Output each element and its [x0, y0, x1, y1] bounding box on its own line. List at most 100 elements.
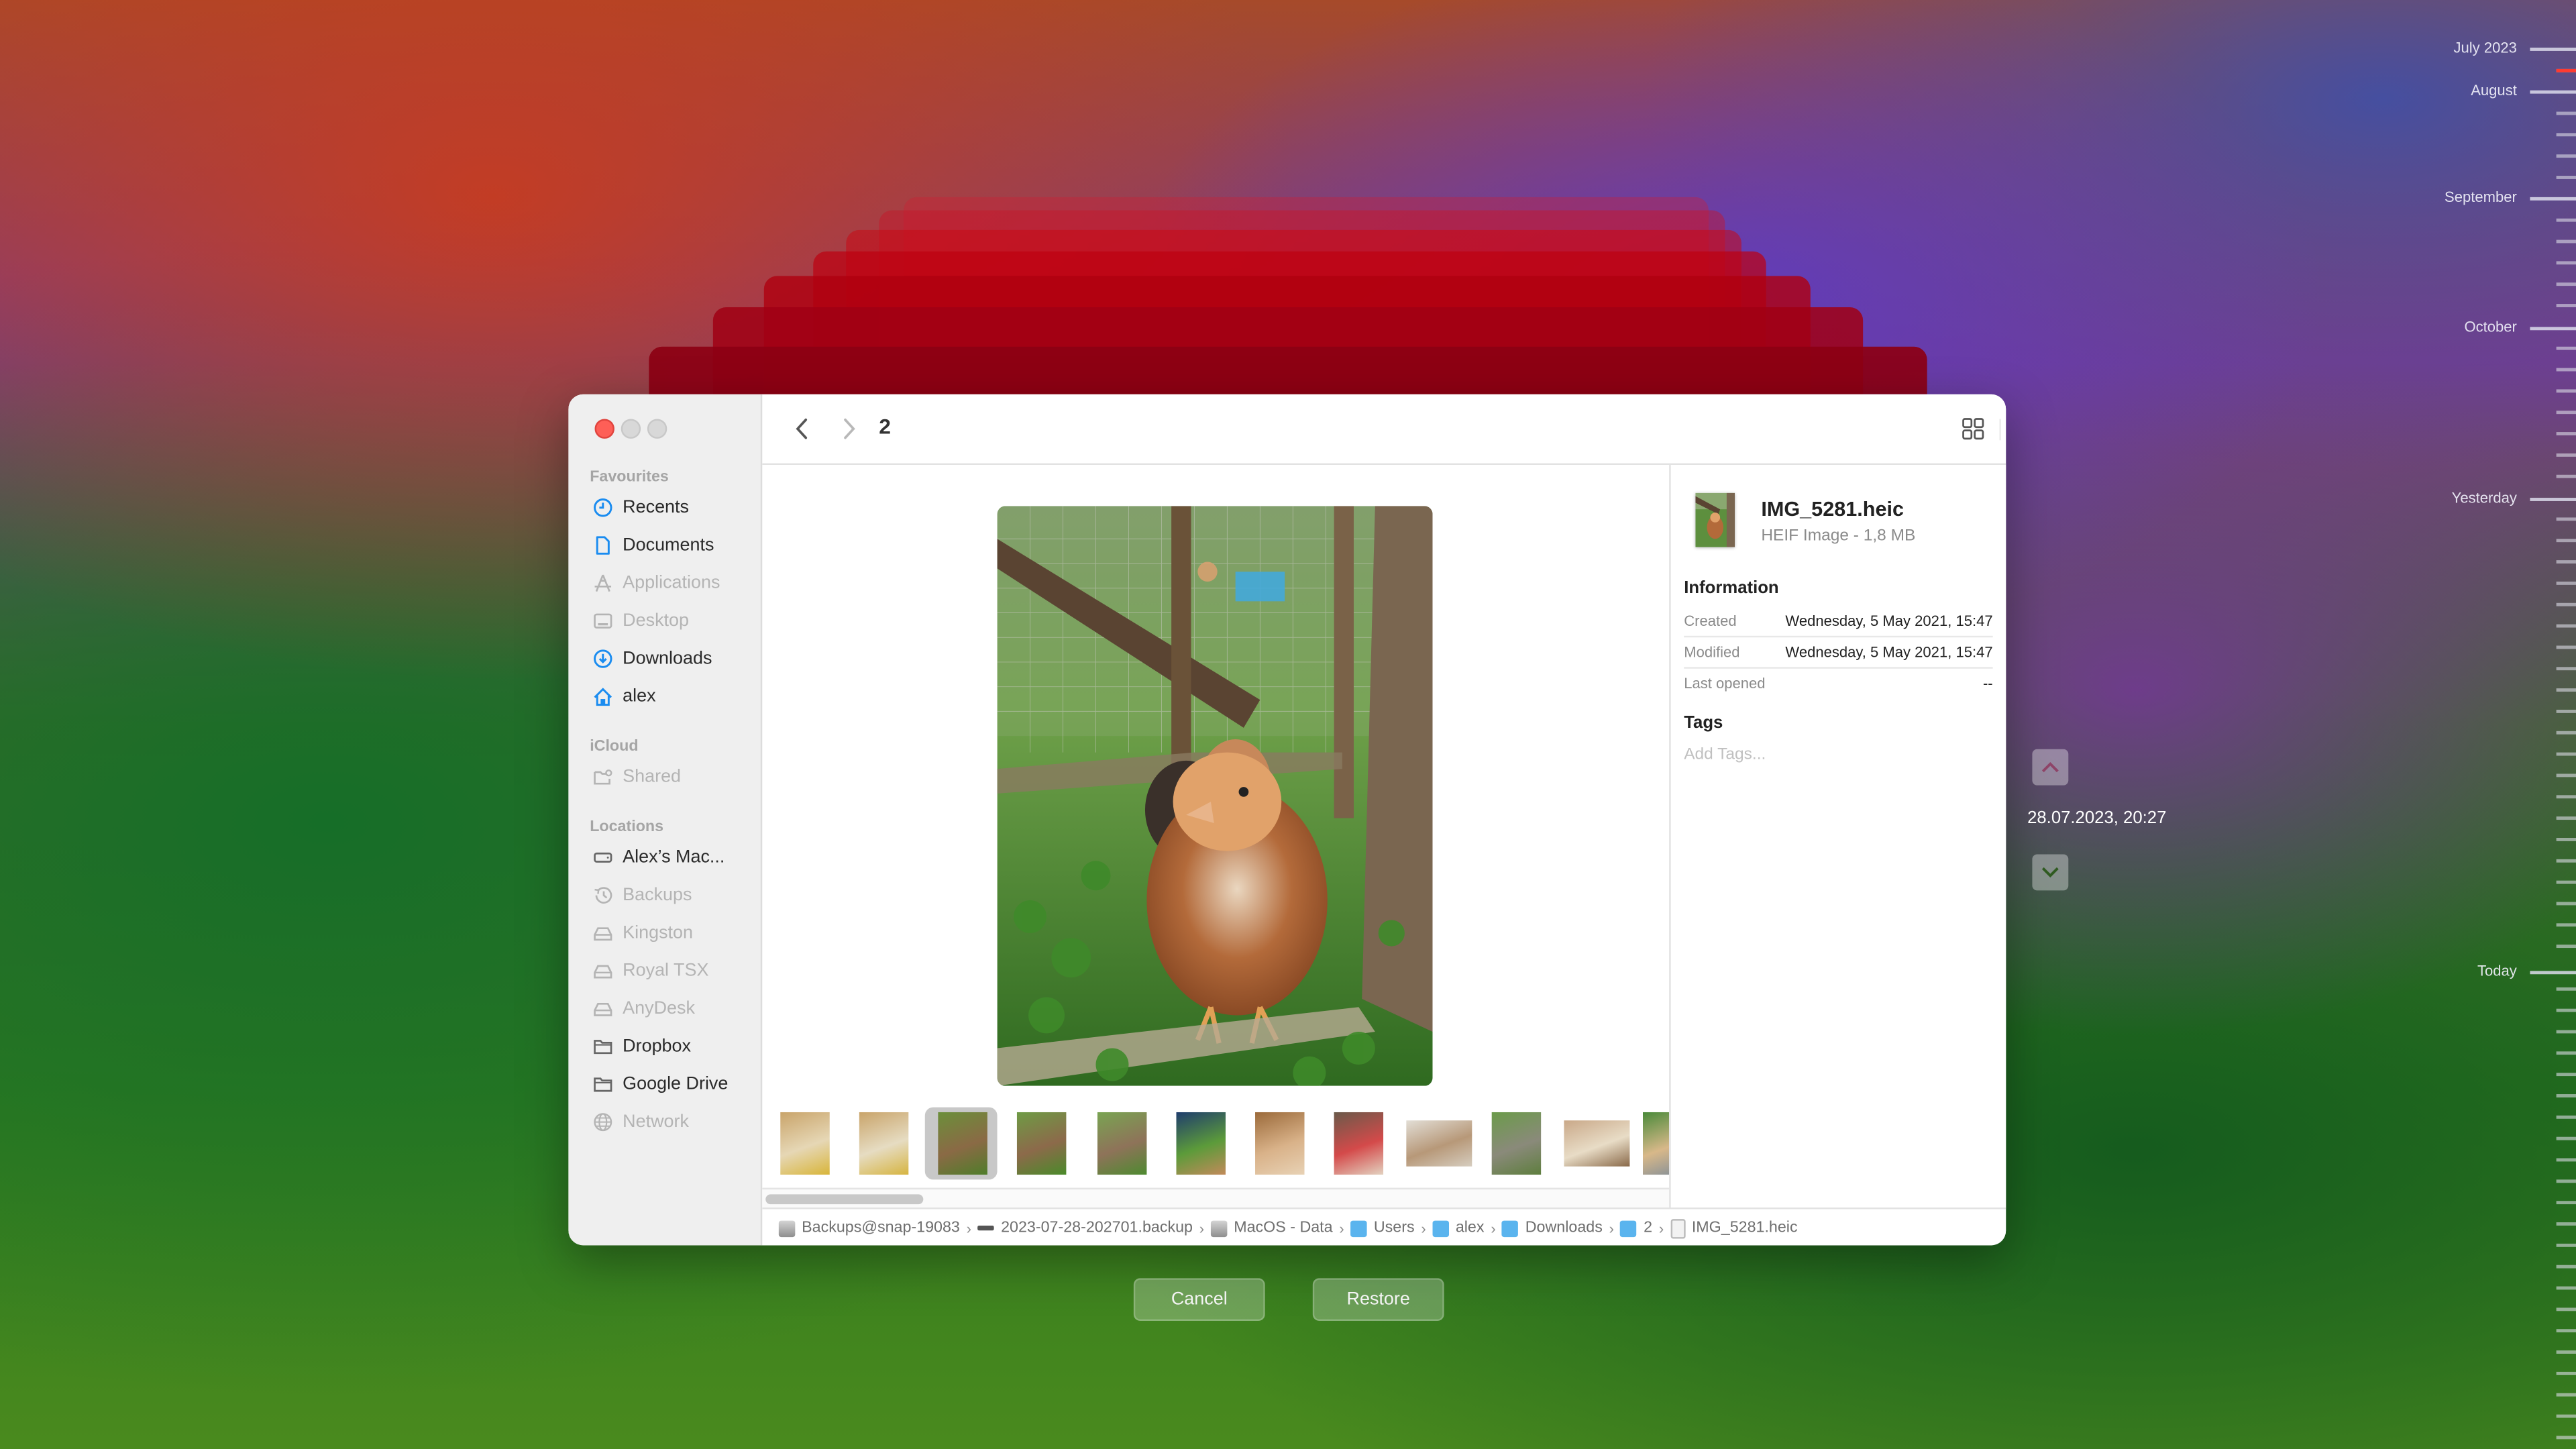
timeline-tick[interactable] — [2556, 368, 2576, 371]
timeline-tick[interactable] — [2556, 1115, 2576, 1118]
timeline-tick[interactable] — [2556, 474, 2576, 478]
timeline-tick[interactable] — [2556, 1371, 2576, 1375]
timeline-label[interactable]: Today — [2477, 963, 2517, 979]
timeline-tick[interactable] — [2556, 923, 2576, 926]
timeline-tick[interactable] — [2556, 1051, 2576, 1055]
thumbnail[interactable] — [1255, 1112, 1305, 1175]
timeline-tick[interactable] — [2556, 1201, 2576, 1203]
list-view-button[interactable] — [2004, 411, 2006, 447]
timeline-tick[interactable] — [2556, 1094, 2576, 1097]
timeline-tick[interactable] — [2556, 432, 2576, 435]
timeline-tick[interactable] — [2556, 133, 2576, 136]
timeline-tick[interactable] — [2556, 154, 2576, 157]
timeline-tick[interactable] — [2556, 667, 2576, 669]
timeline-tick[interactable] — [2556, 602, 2576, 606]
sidebar-item-dropbox[interactable]: Dropbox — [592, 1032, 691, 1061]
sidebar-item-kingston[interactable]: Kingston — [592, 918, 693, 948]
minimize-button[interactable] — [621, 419, 641, 439]
timeline-tick[interactable] — [2556, 752, 2576, 755]
timeline-tick[interactable] — [2556, 987, 2576, 990]
timeline-tick[interactable] — [2556, 581, 2576, 584]
timeline-tick[interactable] — [2556, 816, 2576, 819]
timeline-current-marker[interactable] — [2556, 68, 2576, 72]
timeline-tick[interactable] — [2556, 1329, 2576, 1332]
add-tags-field[interactable]: Add Tags... — [1684, 746, 1766, 764]
timeline-tick[interactable] — [2556, 1073, 2576, 1075]
icon-view-button[interactable] — [1951, 411, 1994, 447]
thumbnail[interactable] — [1564, 1120, 1630, 1167]
timeline-tick[interactable] — [2556, 1243, 2576, 1246]
thumbnail[interactable] — [938, 1112, 987, 1175]
timeline-tick[interactable] — [2556, 645, 2576, 649]
path-crumb[interactable]: 2023-07-28-202701.backup › — [977, 1219, 1211, 1237]
timeline-tick[interactable] — [2556, 560, 2576, 563]
timeline-tick[interactable] — [2556, 1436, 2576, 1439]
path-crumb[interactable]: Backups@snap-19083 › — [778, 1219, 978, 1237]
timeline-tick[interactable] — [2556, 411, 2576, 413]
back-button[interactable] — [786, 411, 818, 447]
thumbnail[interactable] — [1176, 1112, 1226, 1175]
timeline-tick[interactable] — [2556, 902, 2576, 905]
timeline-label[interactable]: October — [2464, 319, 2516, 335]
thumbnail[interactable] — [859, 1112, 909, 1175]
timeline-tick[interactable] — [2556, 1265, 2576, 1268]
timeline-tick[interactable] — [2556, 1393, 2576, 1396]
sidebar-item-google-drive[interactable]: Google Drive — [592, 1069, 728, 1099]
timeline-tick[interactable] — [2556, 261, 2576, 264]
sidebar-item-downloads[interactable]: Downloads — [592, 644, 712, 674]
timeline-label[interactable]: Yesterday — [2452, 490, 2517, 506]
sidebar-item-alex-mac[interactable]: Alex’s Mac... — [592, 843, 724, 872]
sidebar-item-anydesk[interactable]: AnyDesk — [592, 994, 695, 1024]
path-crumb[interactable]: MacOS - Data › — [1210, 1219, 1351, 1237]
timeline-tick[interactable] — [2556, 731, 2576, 734]
path-crumb[interactable]: Downloads › — [1502, 1219, 1620, 1237]
timeline-tick[interactable] — [2556, 239, 2576, 243]
timeline-label[interactable]: August — [2471, 82, 2517, 98]
timeline-tick[interactable] — [2556, 624, 2576, 627]
timeline-tick[interactable] — [2556, 859, 2576, 862]
thumbnail[interactable] — [780, 1112, 830, 1175]
timeline-tick[interactable] — [2556, 1179, 2576, 1183]
thumbnail[interactable] — [1097, 1112, 1147, 1175]
next-snapshot-button[interactable] — [2032, 854, 2069, 891]
timeline-tick[interactable] — [2556, 1222, 2576, 1225]
timeline-tick[interactable] — [2556, 218, 2576, 221]
timeline-tick[interactable] — [2556, 1030, 2576, 1033]
timeline-tick[interactable] — [2556, 453, 2576, 456]
restore-button[interactable]: Restore — [1312, 1278, 1444, 1321]
timeline-label[interactable]: September — [2445, 189, 2517, 205]
timeline-tick[interactable] — [2556, 346, 2576, 350]
timeline-tick[interactable] — [2556, 1350, 2576, 1353]
horizontal-scrollbar[interactable] — [762, 1187, 1670, 1210]
timeline-tick[interactable] — [2556, 773, 2576, 777]
cancel-button[interactable]: Cancel — [1133, 1278, 1265, 1321]
sidebar-item-backups[interactable]: Backups — [592, 881, 692, 910]
timeline-major-tick[interactable] — [2530, 498, 2576, 501]
timeline-tick[interactable] — [2556, 176, 2576, 178]
timeline-major-tick[interactable] — [2530, 197, 2576, 201]
timeline-major-tick[interactable] — [2530, 971, 2576, 975]
timeline-tick[interactable] — [2556, 1008, 2576, 1012]
timeline-major-tick[interactable] — [2530, 90, 2576, 94]
sidebar-item-desktop[interactable]: Desktop — [592, 606, 689, 636]
timeline-tick[interactable] — [2556, 1158, 2576, 1161]
backup-window-ghost[interactable] — [649, 346, 1927, 394]
thumbnail[interactable] — [1016, 1112, 1067, 1175]
timeline-tick[interactable] — [2556, 688, 2576, 691]
timeline-tick[interactable] — [2556, 304, 2576, 307]
sidebar-item-documents[interactable]: Documents — [592, 531, 714, 560]
thumbnail[interactable] — [1491, 1112, 1542, 1175]
sidebar-item-applications[interactable]: Applications — [592, 568, 720, 598]
timeline-tick[interactable] — [2556, 539, 2576, 541]
sidebar-item-shared[interactable]: Shared — [592, 762, 681, 792]
timeline-tick[interactable] — [2556, 389, 2576, 392]
timeline-tick[interactable] — [2556, 837, 2576, 841]
timeline-tick[interactable] — [2556, 945, 2576, 947]
path-crumb[interactable]: alex › — [1432, 1219, 1503, 1237]
backup-timeline[interactable]: July 2023 August September October Yesterday… — [2428, 0, 2576, 1449]
path-crumb[interactable]: Users › — [1350, 1219, 1433, 1237]
thumbnail[interactable] — [1406, 1120, 1472, 1167]
timeline-major-tick[interactable] — [2530, 327, 2576, 331]
timeline-tick[interactable] — [2556, 795, 2576, 798]
timeline-label[interactable]: July 2023 — [2454, 40, 2517, 56]
